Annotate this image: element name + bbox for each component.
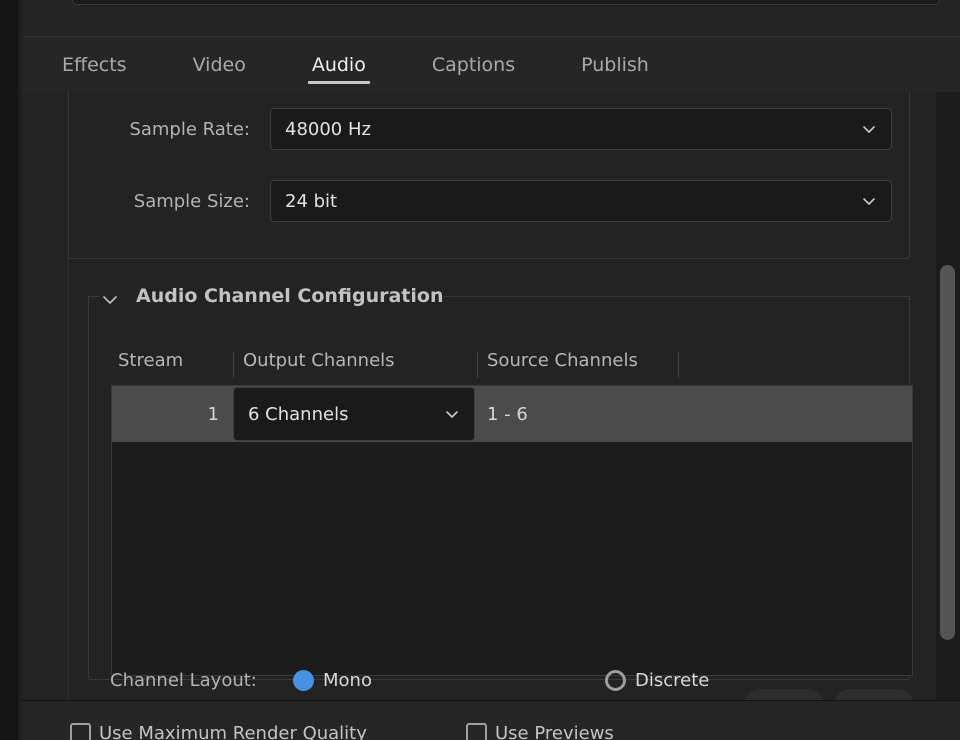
radio-option-mono-label: Mono [323, 670, 372, 691]
checkbox-use-maximum-render-quality-label: Use Maximum Render Quality [99, 723, 367, 740]
radio-option-discrete-label: Discrete [635, 670, 710, 691]
tab-effects[interactable]: Effects [50, 38, 139, 92]
column-header-stream: Stream [118, 350, 184, 371]
tab-captions[interactable]: Captions [420, 38, 527, 92]
group-title-rule [444, 296, 910, 297]
audio-channel-configuration-title: Audio Channel Configuration [136, 285, 444, 307]
tab-publish-label: Publish [581, 53, 649, 76]
cell-source-channels: 1 - 6 [487, 403, 528, 425]
sample-rate-select[interactable]: 48000 Hz [270, 108, 892, 150]
sample-size-row: Sample Size: 24 bit [22, 180, 902, 222]
table-row[interactable]: 1 6 Channels 1 - 6 [112, 386, 912, 442]
clipped-field-above [72, 0, 940, 5]
channel-table-header: Stream Output Channels Source Channels [112, 350, 912, 382]
tab-captions-label: Captions [431, 53, 516, 76]
sample-rate-value: 48000 Hz [285, 118, 371, 140]
remove-stream-button[interactable]: - [834, 689, 914, 700]
sample-size-select[interactable]: 24 bit [270, 180, 892, 222]
checkbox-use-previews-label: Use Previews [495, 723, 614, 740]
radio-option-discrete[interactable]: Discrete [605, 670, 709, 691]
tab-effects-label: Effects [62, 53, 127, 76]
window-left-gutter [0, 0, 18, 740]
cell-output-channels: 6 Channels [233, 387, 475, 441]
tab-video-label: Video [192, 53, 246, 76]
cell-stream: 1 [207, 403, 219, 425]
settings-tabstrip: Effects Video Audio Captions Publish [22, 36, 960, 92]
column-header-output-channels: Output Channels [243, 350, 395, 371]
audio-settings-scroll-viewport: Sample Rate: 48000 Hz Sample Size: 24 bi… [22, 92, 960, 700]
output-channels-value: 6 Channels [248, 403, 349, 425]
sample-rate-label: Sample Rate: [129, 118, 250, 140]
add-stream-button[interactable]: + [744, 689, 824, 700]
sample-size-value: 24 bit [285, 190, 338, 212]
radio-option-mono[interactable]: Mono [293, 670, 372, 691]
chevron-down-icon [861, 121, 877, 137]
chevron-down-icon [444, 406, 460, 422]
checkbox-use-previews[interactable]: Use Previews [466, 723, 614, 740]
chevron-down-icon[interactable] [100, 289, 120, 309]
sample-size-label: Sample Size: [133, 190, 250, 212]
column-divider[interactable] [233, 352, 234, 378]
radio-unselected-icon [605, 670, 626, 691]
vertical-scrollbar-track[interactable] [936, 92, 960, 700]
vertical-scrollbar-thumb[interactable] [940, 265, 955, 640]
output-channels-select[interactable]: 6 Channels [233, 387, 475, 441]
tab-publish[interactable]: Publish [569, 38, 661, 92]
column-divider[interactable] [477, 352, 478, 378]
checkbox-icon [70, 723, 91, 740]
checkbox-icon [466, 723, 487, 740]
tab-audio[interactable]: Audio [300, 38, 378, 92]
sample-rate-row: Sample Rate: 48000 Hz [22, 108, 902, 150]
tab-video[interactable]: Video [181, 38, 258, 92]
export-settings-panel: Effects Video Audio Captions Publish Sam… [0, 0, 960, 740]
channel-stream-list[interactable]: 1 6 Channels 1 - 6 [111, 385, 913, 676]
tab-audio-label: Audio [311, 53, 366, 76]
checkbox-use-maximum-render-quality[interactable]: Use Maximum Render Quality [70, 723, 367, 740]
column-header-source-channels: Source Channels [487, 350, 638, 371]
chevron-down-icon [861, 193, 877, 209]
channel-layout-label: Channel Layout: [110, 670, 257, 691]
render-options-footer: Use Maximum Render Quality Use Previews [22, 700, 960, 740]
column-divider[interactable] [678, 352, 679, 378]
group-border-stub [88, 296, 100, 297]
radio-selected-icon [293, 670, 314, 691]
